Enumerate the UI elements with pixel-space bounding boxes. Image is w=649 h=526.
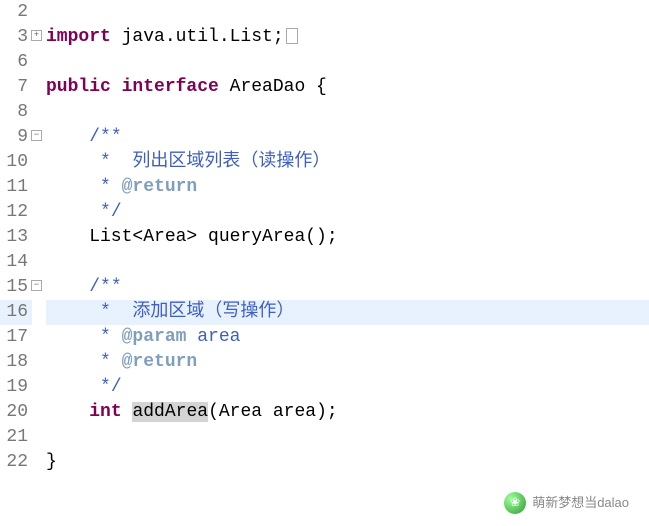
code-line-highlighted[interactable]: * 添加区域（写操作） [46, 300, 649, 325]
code-line[interactable] [46, 425, 649, 450]
watermark: ❀ 萌新梦想当dalao [504, 490, 629, 515]
line-number: 15− [0, 275, 32, 300]
line-number: 2 [0, 0, 32, 25]
code-line[interactable] [46, 50, 649, 75]
code-line[interactable]: List<Area> queryArea(); [46, 225, 649, 250]
line-number: 3+ [0, 25, 32, 50]
code-line[interactable]: * 列出区域列表（读操作） [46, 150, 649, 175]
line-number: 20 [0, 400, 32, 425]
code-line[interactable]: import java.util.List; [46, 25, 649, 50]
line-gutter: 2 3+ 6 7 8 9− 10 11 12 13 14 15− 16 17 1… [0, 0, 32, 475]
line-number: 8 [0, 100, 32, 125]
wechat-icon: ❀ [504, 492, 526, 514]
code-line[interactable] [46, 0, 649, 25]
line-number: 16 [0, 300, 32, 325]
code-line[interactable]: int addArea(Area area); [46, 400, 649, 425]
fold-icon[interactable]: + [31, 30, 42, 41]
fold-icon[interactable]: − [31, 280, 42, 291]
code-area[interactable]: import java.util.List; public interface … [32, 0, 649, 475]
code-line[interactable] [46, 250, 649, 275]
line-number: 17 [0, 325, 32, 350]
line-number: 11 [0, 175, 32, 200]
line-number: 12 [0, 200, 32, 225]
code-line[interactable]: * @return [46, 350, 649, 375]
line-number: 7 [0, 75, 32, 100]
line-number: 14 [0, 250, 32, 275]
line-number: 6 [0, 50, 32, 75]
collapsed-placeholder-icon[interactable] [286, 28, 298, 44]
code-line[interactable]: /** [46, 275, 649, 300]
line-number: 13 [0, 225, 32, 250]
code-line[interactable]: /** [46, 125, 649, 150]
line-number: 9− [0, 125, 32, 150]
code-line[interactable] [46, 100, 649, 125]
code-line[interactable]: public interface AreaDao { [46, 75, 649, 100]
code-editor[interactable]: 2 3+ 6 7 8 9− 10 11 12 13 14 15− 16 17 1… [0, 0, 649, 475]
line-number: 21 [0, 425, 32, 450]
fold-icon[interactable]: − [31, 130, 42, 141]
line-number: 10 [0, 150, 32, 175]
line-number: 19 [0, 375, 32, 400]
code-line[interactable]: */ [46, 375, 649, 400]
watermark-text: 萌新梦想当dalao [532, 490, 629, 515]
code-line[interactable]: * @return [46, 175, 649, 200]
code-line[interactable]: */ [46, 200, 649, 225]
code-line[interactable]: } [46, 450, 649, 475]
line-number: 18 [0, 350, 32, 375]
line-number: 22 [0, 450, 32, 475]
code-line[interactable]: * @param area [46, 325, 649, 350]
